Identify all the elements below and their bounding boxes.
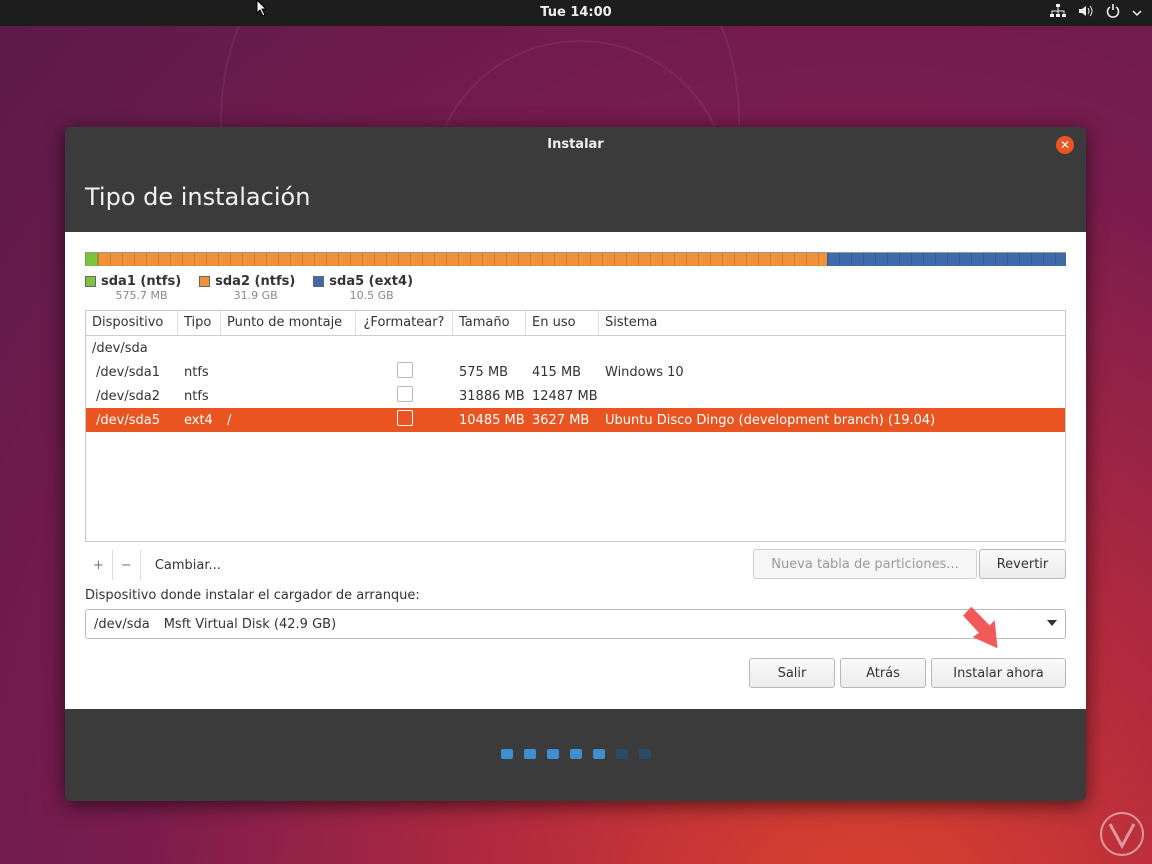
column-header[interactable]: Dispositivo (86, 311, 178, 335)
power-icon[interactable] (1106, 4, 1120, 22)
partition-toolbar: + − Cambiar... (85, 550, 229, 580)
bootloader-device: /dev/sda (94, 616, 150, 632)
partition-bar-sda2 (98, 253, 827, 266)
step-dot (615, 749, 628, 759)
legend-sda5: sda5 (ext4) 10.5 GB (313, 274, 413, 302)
column-header[interactable]: Sistema (599, 311, 1065, 335)
step-dot (592, 749, 605, 759)
new-partition-table-button[interactable]: Nueva tabla de particiones... (753, 549, 977, 579)
partition-legend: sda1 (ntfs) 575.7 MB sda2 (ntfs) 31.9 GB… (85, 274, 413, 302)
bootloader-description: Msft Virtual Disk (42.9 GB) (163, 616, 337, 632)
legend-size: 10.5 GB (349, 289, 394, 302)
back-button[interactable]: Atrás (840, 658, 926, 688)
step-dot (546, 749, 559, 759)
cell-size: 10485 MB (459, 412, 525, 428)
cell-type: ntfs (184, 364, 209, 380)
disk-label: /dev/sda (92, 340, 148, 356)
cell-type: ext4 (184, 412, 213, 428)
cell-type: ntfs (184, 388, 209, 404)
step-dot (500, 749, 513, 759)
volume-icon[interactable] (1078, 4, 1094, 22)
chevron-down-icon[interactable] (1132, 6, 1142, 21)
table-row-disk[interactable]: /dev/sda (86, 336, 1065, 360)
partition-bar (85, 252, 1066, 266)
system-tray[interactable] (1050, 4, 1142, 22)
swatch-sda1 (85, 276, 96, 287)
add-partition-button[interactable]: + (85, 550, 112, 580)
annotation-arrow-icon (963, 606, 998, 649)
table-header: Dispositivo Tipo Punto de montaje ¿Forma… (86, 311, 1065, 336)
cell-mount: / (227, 412, 232, 428)
page-title: Tipo de instalación (85, 183, 311, 211)
partition-bar-sda1 (85, 253, 98, 266)
install-now-button[interactable]: Instalar ahora (931, 658, 1066, 688)
legend-sda1: sda1 (ntfs) 575.7 MB (85, 274, 181, 302)
cell-size: 31886 MB (459, 388, 525, 404)
legend-label: sda1 (ntfs) (101, 274, 182, 289)
watermark-logo-icon (1100, 812, 1144, 856)
cell-device: /dev/sda5 (96, 412, 160, 428)
cell-system: Windows 10 (605, 364, 684, 380)
network-icon[interactable] (1050, 4, 1066, 22)
bootloader-device-select[interactable]: /dev/sda Msft Virtual Disk (42.9 GB) (85, 609, 1066, 639)
window-title: Instalar (547, 137, 604, 152)
cell-format (356, 386, 453, 406)
column-header[interactable]: Tipo (178, 311, 221, 335)
step-dot (569, 749, 582, 759)
mouse-cursor-icon (256, 0, 268, 16)
legend-label: sda5 (ext4) (329, 274, 414, 289)
progress-steps (65, 749, 1086, 759)
change-partition-button[interactable]: Cambiar... (141, 550, 229, 580)
legend-size: 575.7 MB (115, 289, 168, 302)
table-row-selected[interactable]: /dev/sda5 ext4 / 10485 MB 3627 MB Ubuntu… (86, 408, 1065, 432)
installer-window: Instalar ✕ Tipo de instalación sda1 (ntf… (65, 127, 1086, 801)
cell-system: Ubuntu Disco Dingo (development branch) … (605, 412, 936, 428)
swatch-sda5 (313, 276, 325, 287)
quit-button[interactable]: Salir (749, 658, 835, 688)
legend-size: 31.9 GB (233, 289, 278, 302)
format-checkbox[interactable] (396, 386, 413, 402)
partition-bar-sda5 (827, 253, 1066, 266)
format-checkbox[interactable] (396, 362, 413, 378)
close-button[interactable]: ✕ (1056, 136, 1074, 154)
bootloader-label: Dispositivo donde instalar el cargador d… (85, 588, 420, 603)
step-dot (638, 749, 651, 759)
cell-used: 3627 MB (532, 412, 590, 428)
table-row[interactable]: /dev/sda2 ntfs 31886 MB 12487 MB (86, 384, 1065, 408)
column-header[interactable]: Tamaño (453, 311, 526, 335)
column-header[interactable]: ¿Formatear? (356, 311, 453, 335)
swatch-sda2 (199, 276, 211, 287)
cell-size: 575 MB (459, 364, 509, 380)
cell-format (356, 362, 453, 382)
cell-used: 415 MB (532, 364, 582, 380)
top-panel: Tue 14:00 (0, 0, 1152, 26)
column-header[interactable]: Punto de montaje (221, 311, 356, 335)
clock[interactable]: Tue 14:00 (0, 5, 1152, 20)
format-checkbox[interactable] (396, 410, 413, 426)
step-dot (523, 749, 536, 759)
content-area: sda1 (ntfs) 575.7 MB sda2 (ntfs) 31.9 GB… (65, 232, 1086, 709)
cell-used: 12487 MB (532, 388, 598, 404)
legend-label: sda2 (ntfs) (215, 274, 296, 289)
column-header[interactable]: En uso (526, 311, 599, 335)
remove-partition-button[interactable]: − (113, 550, 140, 580)
dropdown-arrow-icon (1047, 620, 1057, 626)
cell-device: /dev/sda2 (96, 388, 160, 404)
cell-device: /dev/sda1 (96, 364, 160, 380)
revert-button[interactable]: Revertir (979, 549, 1066, 579)
cell-format (356, 410, 453, 430)
legend-sda2: sda2 (ntfs) 31.9 GB (199, 274, 295, 302)
table-row[interactable]: /dev/sda1 ntfs 575 MB 415 MB Windows 10 (86, 360, 1065, 384)
partition-table[interactable]: Dispositivo Tipo Punto de montaje ¿Forma… (85, 310, 1066, 542)
